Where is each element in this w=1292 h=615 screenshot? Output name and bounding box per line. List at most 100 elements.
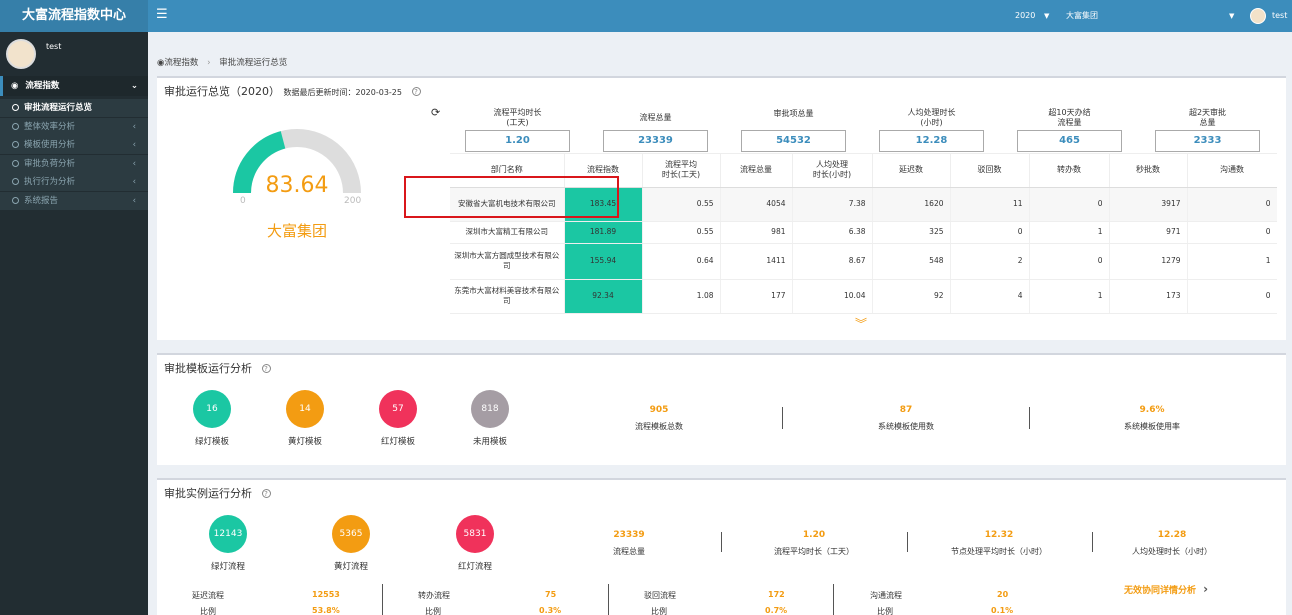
expand-down-icon[interactable]: ︾ <box>855 318 867 330</box>
divider <box>833 584 834 615</box>
red-flow-count[interactable]: 5831 <box>456 515 494 553</box>
table-cell: 1 <box>1029 221 1110 244</box>
communicate-ratio-value: 0.1% <box>991 606 1014 615</box>
department-name-cell: 深圳市大富精工有限公司 <box>450 221 565 244</box>
stat-label-total-items: 审批项总量 <box>773 109 814 118</box>
panel-title: 审批模板运行分析 <box>164 362 252 375</box>
table-cell: 177 <box>720 279 793 314</box>
sidebar-item-label: 审批流程运行总览 <box>24 103 93 113</box>
sidebar-item-behavior[interactable]: 执行行为分析 ‹ <box>0 173 148 191</box>
sidebar-user-name: test <box>46 42 62 51</box>
help-icon[interactable]: ? <box>261 364 271 373</box>
sidebar-item-overview[interactable]: 审批流程运行总览 <box>0 99 148 117</box>
overview-panel: 审批运行总览（2020） 数据最后更新时间：2020-03-25 ? 83.64… <box>157 76 1286 340</box>
instance-analysis-panel: 审批实例运行分析 ? 12143 绿灯流程 5365 黄灯流程 5831 红灯流… <box>157 478 1286 615</box>
table-row[interactable]: 东莞市大富材料美容技术有限公司 92.34 1.08 177 10.04 92 4 1 173 0 <box>450 279 1277 314</box>
column-header[interactable]: 人均处理 时长(小时) <box>792 154 873 188</box>
table-cell: 0 <box>1029 243 1110 280</box>
user-menu[interactable]: test <box>1272 0 1287 32</box>
unused-template-label: 未用模板 <box>472 437 507 447</box>
stat-value-total-items: 54532 <box>741 130 846 152</box>
template-analysis-panel: 审批模板运行分析 ? 16 绿灯模板 14 黄灯模板 57 红灯模板 818 未… <box>157 353 1286 465</box>
unused-template-count[interactable]: 818 <box>471 390 509 428</box>
table-cell: 0.55 <box>642 187 721 222</box>
table-row[interactable]: 深圳市大富精工有限公司 181.89 0.55 981 6.38 325 0 1 971 0 <box>450 221 1277 244</box>
column-header[interactable]: 转办数 <box>1029 154 1110 188</box>
table-cell: 1411 <box>720 243 793 280</box>
green-template-count[interactable]: 16 <box>193 390 231 428</box>
refresh-icon[interactable]: ⟳ <box>431 106 440 119</box>
yellow-template-label: 黄灯模板 <box>287 437 322 447</box>
per-person-duration-value: 12.28 <box>1157 530 1187 540</box>
update-time: 数据最后更新时间：2020-03-25 <box>283 88 403 97</box>
column-header[interactable]: 驳回数 <box>950 154 1030 188</box>
sidebar-item-process-index[interactable]: ◉ 流程指数 ⌄ <box>0 76 148 96</box>
gauge-value: 83.64 <box>265 173 329 198</box>
stat-value-per-person: 12.28 <box>879 130 984 152</box>
circle-icon <box>12 141 19 148</box>
table-cell: 548 <box>872 243 951 280</box>
sidebar-item-load[interactable]: 审批负荷分析 ‹ <box>0 155 148 173</box>
node-avg-duration-value: 12.32 <box>984 530 1014 540</box>
panel-title: 审批实例运行分析 <box>164 487 252 500</box>
breadcrumb: ◉流程指数 › 审批流程运行总览 <box>157 56 287 68</box>
communicate-ratio-label: 比例 <box>877 607 893 615</box>
divider <box>382 584 383 615</box>
flow-avg-duration-label: 流程平均时长（工天） <box>774 547 854 556</box>
hamburger-icon[interactable]: ☰ <box>156 7 168 23</box>
breadcrumb-separator: › <box>207 58 211 68</box>
divider <box>782 407 783 429</box>
divider <box>907 532 908 552</box>
column-header[interactable]: 延迟数 <box>872 154 951 188</box>
red-flow-label: 红灯流程 <box>457 562 492 572</box>
system-template-rate-value: 9.6% <box>1139 405 1165 415</box>
panel-title: 审批运行总览（2020） <box>164 85 280 98</box>
system-template-rate-label: 系统模板使用率 <box>1124 422 1180 431</box>
table-cell: 92.34 <box>564 279 643 314</box>
sidebar-item-efficiency[interactable]: 整体效率分析 ‹ <box>0 118 148 136</box>
red-template-count[interactable]: 57 <box>379 390 417 428</box>
stat-value-over-10-days: 465 <box>1017 130 1122 152</box>
table-cell: 4054 <box>720 187 793 222</box>
green-flow-count[interactable]: 12143 <box>209 515 247 553</box>
divider <box>721 532 722 552</box>
invalid-collab-detail-link[interactable]: 无效协同详情分析 › <box>1124 582 1208 596</box>
breadcrumb-home[interactable]: 流程指数 <box>164 58 198 68</box>
table-cell: 4 <box>950 279 1030 314</box>
table-cell: 325 <box>872 221 951 244</box>
top-navbar: 大富流程指数中心 ☰ 2020 ▼ 大富集团 ▼ test <box>0 0 1292 32</box>
column-header[interactable]: 沟通数 <box>1187 154 1277 188</box>
sidebar-item-report[interactable]: 系统报告 ‹ <box>0 192 148 210</box>
sidebar-item-template-usage[interactable]: 模板使用分析 ‹ <box>0 136 148 154</box>
highlight-box <box>404 176 619 218</box>
help-icon[interactable]: ? <box>411 87 421 96</box>
transfer-ratio-value: 0.3% <box>539 606 562 615</box>
user-avatar[interactable] <box>1250 8 1266 24</box>
stat-value-total-flows: 23339 <box>603 130 708 152</box>
group-selector[interactable]: 大富集团 <box>1066 0 1098 32</box>
chevron-down-icon[interactable]: ▼ <box>1044 0 1049 32</box>
table-row[interactable]: 深圳市大富方圆成型技术有限公司 155.94 0.64 1411 8.67 548 2 0 12… <box>450 243 1277 280</box>
app-logo[interactable]: 大富流程指数中心 <box>0 0 148 32</box>
table-cell: 1620 <box>872 187 951 222</box>
divider <box>608 584 609 615</box>
chevron-down-icon[interactable]: ▼ <box>1229 0 1234 32</box>
column-header[interactable]: 流程总量 <box>720 154 793 188</box>
column-header[interactable]: 秒批数 <box>1109 154 1188 188</box>
template-total-value: 905 <box>649 405 669 415</box>
chevron-left-icon: ‹ <box>132 140 136 150</box>
column-header[interactable]: 流程平均 时长(工天) <box>642 154 721 188</box>
year-selector[interactable]: 2020 <box>1015 0 1035 32</box>
yellow-template-count[interactable]: 14 <box>286 390 324 428</box>
table-cell: 11 <box>950 187 1030 222</box>
table-cell: 0 <box>1029 187 1110 222</box>
template-total-label: 流程模板总数 <box>635 422 683 431</box>
table-cell: 173 <box>1109 279 1188 314</box>
per-person-duration-label: 人均处理时长（小时） <box>1132 547 1212 556</box>
help-icon[interactable]: ? <box>261 489 271 498</box>
yellow-flow-count[interactable]: 5365 <box>332 515 370 553</box>
delay-flow-label: 延迟流程 <box>192 591 224 600</box>
red-template-label: 红灯模板 <box>380 437 415 447</box>
sidebar-item-label: 系统报告 <box>24 196 59 206</box>
system-template-used-value: 87 <box>899 405 913 415</box>
